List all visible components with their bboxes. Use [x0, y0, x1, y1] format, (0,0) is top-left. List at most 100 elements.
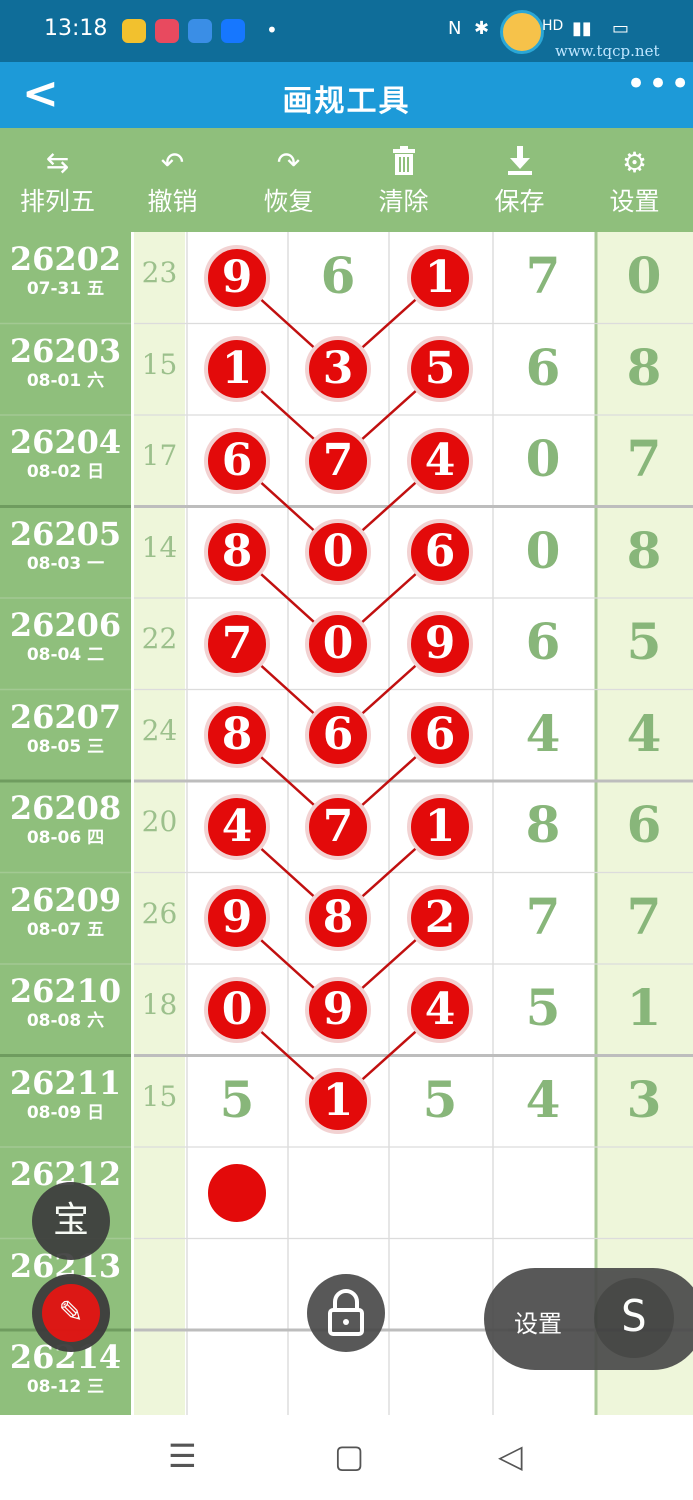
period-label: 26206 08-04 二 [0, 602, 131, 666]
home-square-icon[interactable]: ▢ [334, 1437, 364, 1475]
period-number: 26205 [9, 514, 122, 553]
period-date: 08-07 五 [26, 919, 105, 940]
empty-marker-ball[interactable] [204, 1159, 270, 1226]
marked-digit-ball[interactable]: 8 [204, 519, 270, 586]
sum-value: 17 [141, 439, 178, 472]
digit-cell[interactable]: 8 [594, 521, 693, 580]
digit-cell[interactable]: 6 [493, 612, 593, 671]
period-date: 08-04 二 [26, 645, 105, 665]
marked-digit-ball[interactable]: 0 [305, 610, 371, 677]
marked-digit-ball[interactable]: 6 [407, 702, 473, 769]
swap-icon: ⇆ [45, 146, 70, 179]
marked-digit-ball[interactable]: 9 [305, 976, 371, 1043]
marked-digit-ball[interactable]: 9 [204, 244, 270, 311]
marked-digit-ball[interactable]: 1 [305, 1068, 371, 1135]
digit-cell[interactable]: 6 [288, 246, 388, 305]
toolbar: ⇆ 排列五 ↶ 撤销 ↷ 恢复 清除 保存 ⚙ 设置 [0, 128, 693, 232]
pen-float-button[interactable]: ✎ [32, 1274, 110, 1352]
period-number: 26207 [9, 697, 122, 736]
digit-cell[interactable]: 7 [493, 887, 593, 946]
signal-icon: ▮▮ [572, 18, 592, 39]
toolbar-label: 清除 [378, 187, 429, 216]
lock-icon [328, 1289, 364, 1336]
period-date: 07-31 五 [26, 279, 105, 299]
marked-digit-ball[interactable]: 5 [407, 336, 473, 403]
sum-value: 22 [141, 622, 178, 655]
digit-cell[interactable]: 1 [594, 978, 693, 1037]
marked-digit-ball[interactable]: 6 [407, 519, 473, 586]
digit-cell[interactable]: 5 [187, 1070, 287, 1129]
period-label: 26202 07-31 五 [0, 236, 131, 300]
period-date: 08-12 三 [26, 1377, 105, 1397]
treasure-label: 宝 [52, 1200, 89, 1241]
toolbar-label: 设置 [609, 187, 660, 216]
digit-cell[interactable]: 5 [390, 1070, 490, 1129]
hd-icon: HD [542, 18, 564, 34]
settings-button[interactable]: ⚙ 设置 [577, 128, 692, 232]
digit-cell[interactable]: 8 [493, 795, 593, 854]
period-number: 26211 [9, 1063, 122, 1102]
marked-digit-ball[interactable]: 1 [407, 793, 473, 860]
marked-digit-ball[interactable]: 8 [305, 885, 371, 952]
save-button[interactable]: 保存 [462, 128, 577, 232]
period-date: 08-02 日 [26, 462, 105, 482]
marked-digit-ball[interactable]: 0 [204, 976, 270, 1043]
system-nav-bar: ☰ ▢ ◁ [0, 1415, 693, 1500]
period-date: 08-08 六 [26, 1011, 105, 1031]
bluetooth-icon: ✱ [474, 18, 490, 39]
marked-digit-ball[interactable]: 7 [305, 427, 371, 494]
marked-digit-ball[interactable]: 0 [305, 519, 371, 586]
marked-digit-ball[interactable]: 3 [305, 336, 371, 403]
marked-digit-ball[interactable]: 4 [407, 427, 473, 494]
treasure-float-button[interactable]: 宝 [32, 1182, 110, 1260]
undo-button[interactable]: ↶ 撤销 [115, 128, 230, 232]
digit-cell[interactable]: 8 [594, 338, 693, 397]
more-dots-icon[interactable]: ••• [626, 64, 692, 104]
marked-digit-ball[interactable]: 6 [305, 702, 371, 769]
marked-digit-ball[interactable]: 6 [204, 427, 270, 494]
settings-float-label: 设置 [514, 1310, 562, 1338]
digit-cell[interactable]: 7 [594, 429, 693, 488]
digit-cell[interactable]: 3 [594, 1070, 693, 1129]
redo-icon: ↷ [276, 146, 301, 179]
digit-cell[interactable]: 7 [594, 887, 693, 946]
menu-icon[interactable]: ☰ [168, 1437, 197, 1475]
redo-button[interactable]: ↷ 恢复 [231, 128, 346, 232]
watermark-text: www.tqcp.net [555, 42, 660, 60]
marked-digit-ball[interactable]: 4 [407, 976, 473, 1043]
marked-digit-ball[interactable]: 8 [204, 702, 270, 769]
digit-cell[interactable]: 6 [493, 338, 593, 397]
lottery-type-button[interactable]: ⇆ 排列五 [0, 128, 115, 232]
toolbar-label: 恢复 [263, 187, 314, 216]
digit-cell[interactable]: 4 [493, 1070, 593, 1129]
period-label: 26208 08-06 四 [0, 785, 131, 849]
digit-cell[interactable]: 6 [594, 795, 693, 854]
marked-digit-ball[interactable]: 4 [204, 793, 270, 860]
status-bar: 13:18 • N ✱ HD ▮▮ ▭ www.tqcp.net [0, 0, 693, 62]
marked-digit-ball[interactable]: 2 [407, 885, 473, 952]
marked-digit-ball[interactable]: 7 [305, 793, 371, 860]
period-label: 26209 08-07 五 [0, 877, 131, 941]
period-date: 08-01 六 [26, 370, 105, 391]
digit-cell[interactable]: 5 [594, 612, 693, 671]
marked-digit-ball[interactable]: 1 [407, 244, 473, 311]
digit-cell[interactable]: 0 [493, 429, 593, 488]
clear-button[interactable]: 清除 [346, 128, 461, 232]
marked-digit-ball[interactable]: 1 [204, 336, 270, 403]
digit-cell[interactable]: 5 [493, 978, 593, 1037]
sum-value: 14 [141, 530, 178, 564]
marked-digit-ball[interactable]: 9 [407, 610, 473, 677]
s-logo-icon[interactable]: S [594, 1278, 674, 1358]
settings-float-panel[interactable]: 设置 S [484, 1268, 693, 1370]
marked-digit-ball[interactable]: 9 [204, 885, 270, 952]
period-number: 26203 [9, 331, 122, 370]
back-triangle-icon[interactable]: ◁ [498, 1437, 523, 1475]
digit-cell[interactable]: 4 [493, 704, 593, 763]
lock-float-button[interactable] [307, 1274, 385, 1352]
marked-digit-ball[interactable]: 7 [204, 610, 270, 677]
digit-cell[interactable]: 4 [594, 704, 693, 763]
digit-cell[interactable]: 0 [493, 521, 593, 580]
digit-cell[interactable]: 7 [493, 246, 593, 305]
sum-value: 15 [141, 1079, 178, 1113]
digit-cell[interactable]: 0 [594, 246, 693, 305]
